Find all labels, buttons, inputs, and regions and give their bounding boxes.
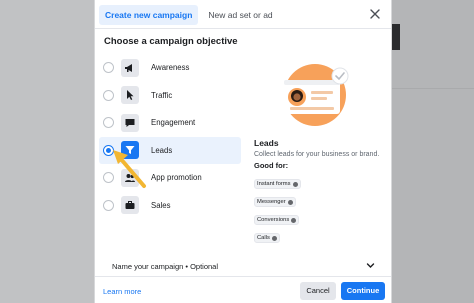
dialog-tabs: Create new campaign New ad set or ad (99, 5, 283, 25)
cursor-icon (121, 86, 139, 105)
name-campaign-row[interactable]: Name your campaign • Optional (95, 257, 391, 275)
info-icon[interactable] (291, 217, 297, 223)
chip-label: Calls (257, 235, 270, 241)
megaphone-icon (121, 58, 139, 77)
tab-create-new-campaign[interactable]: Create new campaign (99, 5, 199, 25)
continue-button[interactable]: Continue (341, 282, 385, 300)
section-title: Choose a campaign objective (104, 36, 238, 47)
backdrop-left (0, 0, 96, 303)
leads-illustration (284, 64, 349, 126)
chip-instant-forms: Instant forms (254, 179, 301, 189)
briefcase-icon (121, 196, 139, 215)
objective-label: App promotion (151, 173, 202, 183)
close-icon[interactable] (369, 8, 381, 20)
detail-title: Leads (254, 138, 279, 148)
objective-detail: Leads Collect leads for your business or… (254, 138, 389, 244)
chip-calls: Calls (254, 233, 280, 243)
backdrop-right (390, 0, 474, 303)
objective-engagement[interactable]: Engagement (95, 109, 241, 137)
objective-label: Engagement (151, 118, 196, 128)
info-icon[interactable] (287, 199, 293, 205)
objective-sales[interactable]: Sales (95, 192, 241, 220)
chip-label: Instant forms (257, 181, 291, 187)
name-campaign-label: Name your campaign • Optional (112, 262, 219, 271)
chevron-down-icon[interactable] (366, 261, 375, 270)
good-for-chips: Instant forms Messenger Conversions Call… (254, 172, 389, 244)
objective-label: Traffic (151, 90, 173, 100)
objective-awareness[interactable]: Awareness (95, 54, 241, 82)
chip-conversions: Conversions (254, 215, 300, 225)
info-icon[interactable] (271, 235, 277, 241)
chat-bubble-icon (121, 113, 139, 132)
radio-traffic[interactable] (103, 89, 114, 101)
header-divider (95, 28, 391, 29)
radio-engagement[interactable] (103, 117, 114, 129)
backdrop-divider (390, 88, 474, 89)
info-icon[interactable] (292, 181, 298, 187)
chip-label: Conversions (257, 217, 290, 223)
objective-traffic[interactable]: Traffic (95, 82, 241, 110)
learn-more-link[interactable]: Learn more (103, 287, 141, 296)
objective-list: Awareness Traffic Engagement Leads App p… (95, 54, 241, 219)
chip-label: Messenger (257, 199, 286, 205)
radio-awareness[interactable] (103, 62, 114, 74)
radio-sales[interactable] (103, 199, 114, 211)
objective-label: Awareness (151, 63, 190, 73)
annotation-arrow (113, 150, 146, 188)
footer-divider (95, 276, 391, 277)
cancel-button[interactable]: Cancel (300, 282, 336, 300)
chip-messenger: Messenger (254, 197, 296, 207)
good-for-label: Good for: (254, 161, 289, 170)
objective-label: Leads (151, 145, 173, 155)
detail-description: Collect leads for your business or brand… (254, 151, 380, 158)
objective-label: Sales (151, 200, 171, 210)
tab-new-ad-set-or-ad[interactable]: New ad set or ad (202, 5, 278, 25)
